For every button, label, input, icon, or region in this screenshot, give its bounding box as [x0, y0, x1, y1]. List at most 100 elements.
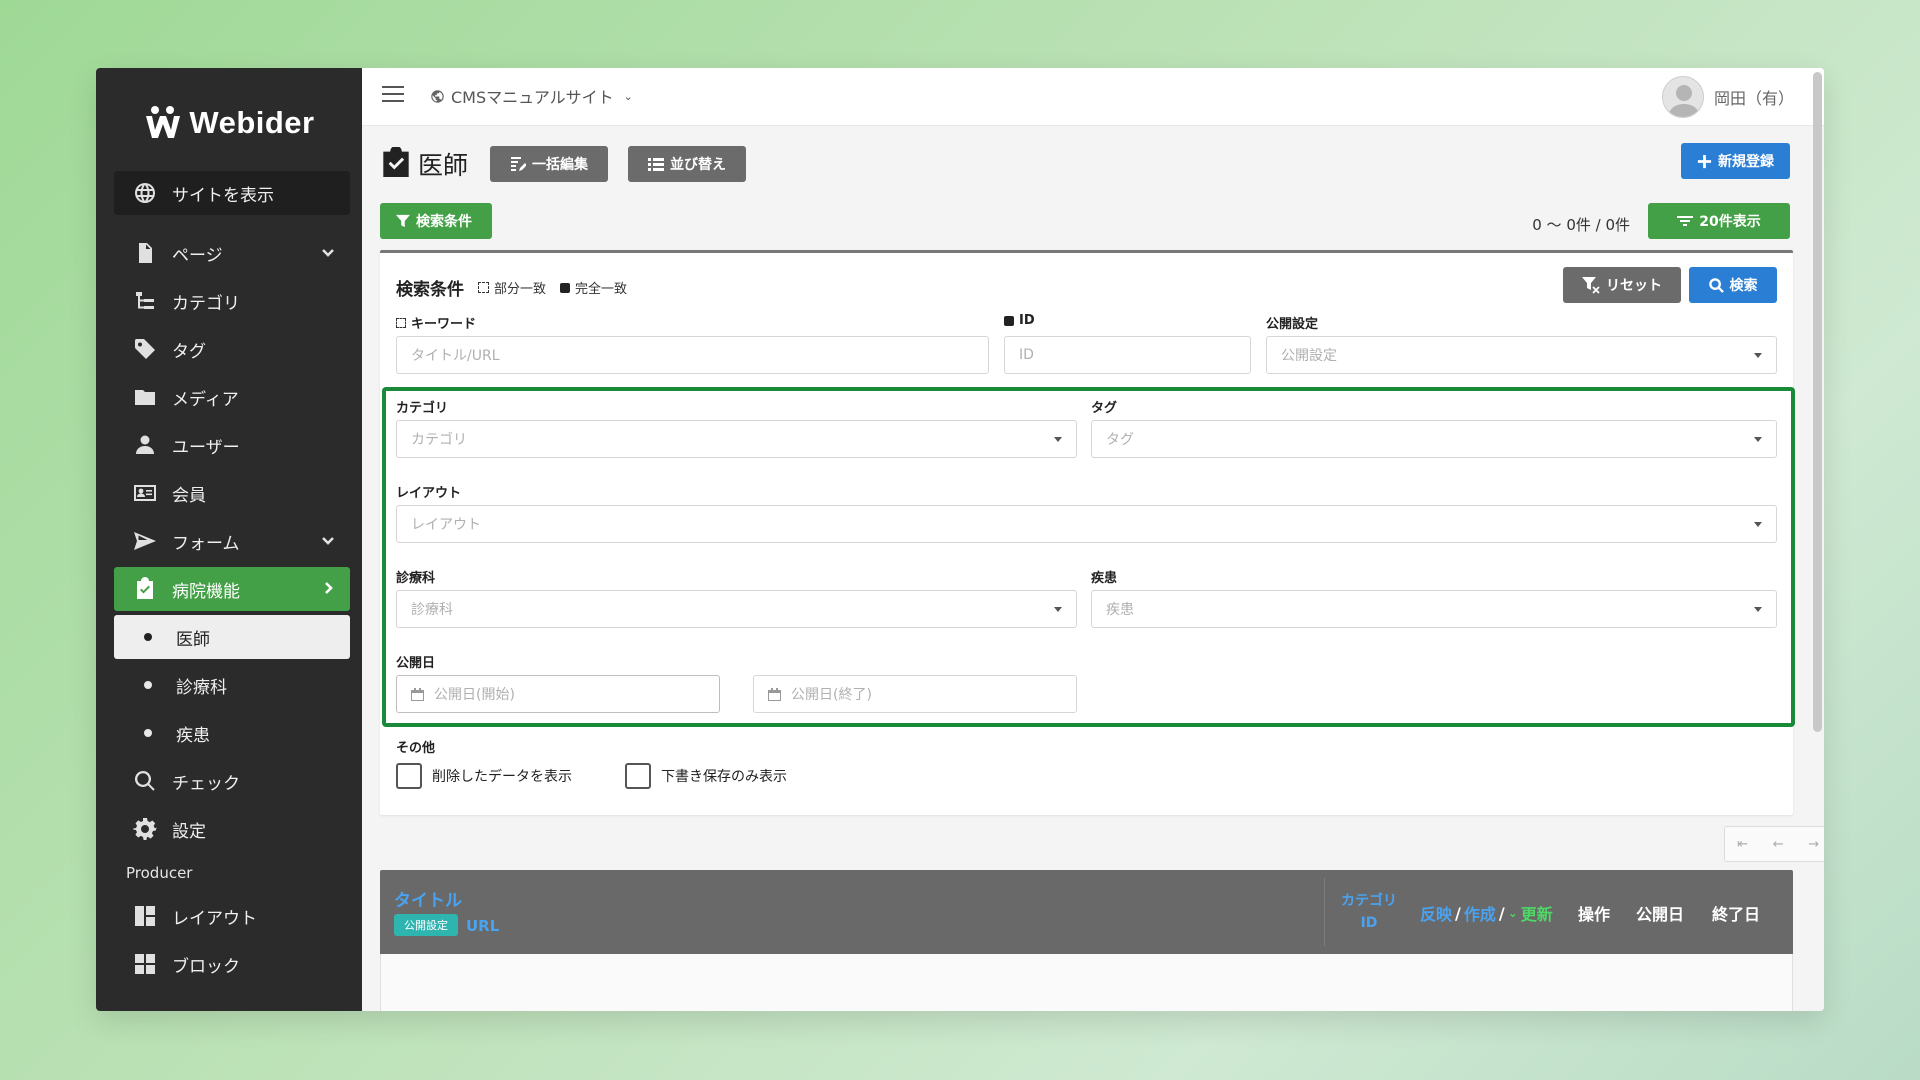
sidebar-item-pages[interactable]: ページ: [114, 231, 350, 275]
checkbox-box[interactable]: [625, 763, 651, 789]
sidebar-item-label: 診療科: [176, 677, 227, 698]
sidebar-item-view-site[interactable]: サイトを表示: [114, 171, 350, 215]
user-name: 岡田（有）: [1713, 89, 1794, 108]
sidebar-item-users[interactable]: ユーザー: [114, 423, 350, 467]
publish-date-start-input[interactable]: 公開日(開始): [396, 675, 720, 713]
disease-select[interactable]: 疾患: [1091, 590, 1777, 628]
keyword-label: キーワード: [396, 313, 476, 332]
filter-label: 検索条件: [416, 214, 472, 230]
sidebar-item-diseases[interactable]: 疾患: [114, 711, 350, 755]
top-bar: CMSマニュアルサイト ⌄ 岡田（有）: [362, 68, 1824, 126]
filter-lines-icon: [1677, 216, 1694, 226]
filled-square-icon: [1004, 315, 1014, 326]
layout-select[interactable]: レイアウト: [396, 505, 1777, 543]
sidebar-item-departments[interactable]: 診療科: [114, 663, 350, 707]
webider-logo-icon: [146, 106, 181, 138]
sidebar-item-layout[interactable]: レイアウト: [114, 894, 350, 938]
caret-down-icon: [1754, 607, 1762, 612]
sidebar-item-label: メディア: [172, 389, 239, 410]
caret-down-icon: [1754, 353, 1762, 358]
layout-icon: [132, 903, 158, 929]
sidebar-item-label: 疾患: [176, 725, 210, 746]
sidebar-item-doctors[interactable]: 医師: [114, 615, 350, 659]
column-divider: [1324, 878, 1325, 946]
sidebar-item-categories[interactable]: カテゴリ: [114, 279, 350, 323]
per-page-button[interactable]: 20件表示: [1648, 203, 1790, 239]
pagination: ⇤ ← → ⇥: [1724, 826, 1824, 862]
separator: /: [1498, 903, 1505, 923]
search-panel-title: 検索条件: [396, 280, 464, 300]
sidebar-item-members[interactable]: 会員: [114, 471, 350, 515]
bullet-icon: [144, 681, 152, 689]
show-deleted-checkbox[interactable]: 削除したデータを表示: [396, 763, 572, 789]
chevron-down-icon[interactable]: [320, 532, 336, 548]
publish-date-end-input[interactable]: 公開日(終了): [753, 675, 1077, 713]
gear-icon: [132, 816, 158, 842]
keyword-placeholder: タイトル/URL: [411, 348, 500, 364]
column-update[interactable]: 更新: [1521, 901, 1553, 925]
tag-icon: [132, 336, 158, 362]
sidebar-item-tags[interactable]: タグ: [114, 327, 350, 371]
column-url[interactable]: URL: [466, 917, 499, 935]
layout-label: レイアウト: [396, 486, 462, 501]
department-select[interactable]: 診療科: [396, 590, 1077, 628]
logo-text: Webider: [189, 105, 315, 140]
id-input[interactable]: ID: [1004, 336, 1251, 374]
search-button[interactable]: 検索: [1689, 267, 1777, 303]
sidebar: Webider サイトを表示 ページ カテゴリ タグ メディア ユーザー 会員 …: [96, 68, 362, 1011]
checkbox-box[interactable]: [396, 763, 422, 789]
category-label: カテゴリ: [396, 401, 449, 416]
other-label: その他: [396, 741, 436, 756]
user-menu[interactable]: 岡田（有）: [1661, 76, 1794, 118]
sort-button[interactable]: 並び替え: [628, 146, 747, 182]
reset-button[interactable]: リセット: [1563, 267, 1681, 303]
column-reflect[interactable]: 反映: [1420, 901, 1452, 925]
plus-icon: [1697, 154, 1712, 168]
logo[interactable]: Webider: [96, 68, 362, 178]
sidebar-item-label: ページ: [172, 245, 223, 266]
sidebar-item-hospital[interactable]: 病院機能: [114, 567, 350, 611]
search-icon: [1708, 277, 1724, 293]
publish-setting-select[interactable]: 公開設定: [1266, 336, 1777, 374]
sidebar-item-forms[interactable]: フォーム: [114, 519, 350, 563]
dashed-square-icon: [478, 282, 489, 293]
list-icon: [648, 158, 665, 171]
keyword-input[interactable]: タイトル/URL: [396, 336, 989, 374]
separator: /: [1455, 903, 1461, 923]
tag-placeholder: タグ: [1106, 432, 1134, 448]
column-create[interactable]: 作成: [1464, 901, 1496, 925]
next-page-button[interactable]: →: [1808, 837, 1819, 852]
grid-icon: [132, 951, 158, 977]
column-category-id[interactable]: カテゴリ ID: [1336, 890, 1402, 934]
chevron-down-icon: ⌄: [623, 89, 633, 103]
sidebar-item-settings[interactable]: 設定: [114, 807, 350, 851]
first-page-button[interactable]: ⇤: [1737, 837, 1748, 852]
category-select[interactable]: カテゴリ: [396, 420, 1077, 458]
caret-down-icon: [1054, 437, 1062, 442]
search-conditions-toggle[interactable]: 検索条件: [380, 203, 492, 239]
caret-down-icon: [1754, 522, 1762, 527]
document-icon: [132, 240, 158, 266]
department-placeholder: 診療科: [411, 602, 453, 618]
search-icon: [132, 768, 158, 794]
sidebar-item-label: 医師: [176, 629, 210, 650]
new-register-button[interactable]: 新規登録: [1681, 143, 1790, 179]
sidebar-item-media[interactable]: メディア: [114, 375, 350, 419]
app-window: Webider サイトを表示 ページ カテゴリ タグ メディア ユーザー 会員 …: [96, 68, 1824, 1011]
id-label: ID: [1004, 313, 1035, 328]
bulk-edit-button[interactable]: 一括編集: [490, 146, 609, 182]
scrollbar[interactable]: [1813, 72, 1822, 732]
site-selector[interactable]: CMSマニュアルサイト ⌄: [430, 84, 633, 108]
column-end-date: 終了日: [1712, 905, 1761, 924]
legend-partial: 部分一致: [478, 278, 546, 297]
prev-page-button[interactable]: ←: [1773, 837, 1784, 852]
drafts-only-checkbox[interactable]: 下書き保存のみ表示: [625, 763, 787, 789]
hamburger-menu-icon[interactable]: [382, 86, 404, 104]
sidebar-item-blocks[interactable]: ブロック: [114, 942, 350, 986]
column-title[interactable]: タイトル: [394, 886, 462, 911]
tag-select[interactable]: タグ: [1091, 420, 1777, 458]
sidebar-item-check[interactable]: チェック: [114, 759, 350, 803]
disease-placeholder: 疾患: [1106, 602, 1134, 618]
chevron-right-icon[interactable]: [320, 580, 336, 596]
chevron-down-icon[interactable]: [320, 244, 336, 260]
